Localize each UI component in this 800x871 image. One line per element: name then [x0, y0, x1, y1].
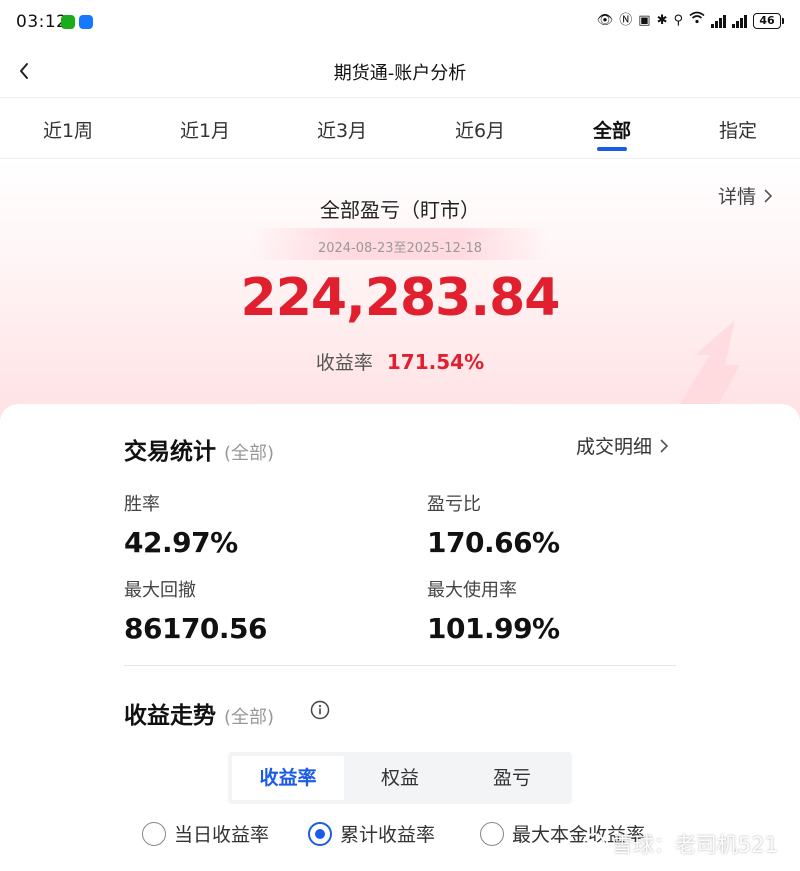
status-icons: 👁 Ⓝ ▣ ✱ ⚲ 46: [597, 11, 784, 31]
radio-label: 当日收益率: [174, 824, 270, 846]
vibrate-icon: ▣: [638, 13, 651, 28]
trend-scope: (全部): [224, 707, 275, 728]
radio-unchecked-icon: [480, 821, 504, 846]
tab-1-week[interactable]: 近1周: [43, 116, 93, 143]
tab-6-months[interactable]: 近6月: [455, 116, 505, 143]
signal-icon: [711, 14, 726, 28]
eye-icon: 👁: [596, 13, 614, 28]
stat-win-rate: 胜率 42.97%: [124, 490, 238, 559]
return-type-options: 当日收益率 累计收益率 最大本金收益率: [0, 820, 800, 860]
status-time: 03:12: [16, 12, 68, 32]
nfc-icon: Ⓝ: [619, 13, 633, 28]
chevron-right-icon: [660, 438, 669, 453]
stat-label: 盈亏比: [427, 494, 481, 515]
trade-detail-label: 成交明细: [575, 436, 652, 458]
trade-detail-link[interactable]: 成交明细: [576, 432, 670, 459]
date-range: 2024-08-23至2025-12-18: [317, 241, 483, 256]
active-tab-indicator: [596, 147, 627, 151]
tab-3-months[interactable]: 近3月: [317, 116, 367, 143]
radio-unchecked-icon: [142, 821, 166, 846]
trend-title: 收益走势: [124, 703, 216, 729]
radio-checked-icon: [308, 821, 332, 846]
stat-label: 最大回撤: [124, 580, 196, 601]
stat-max-drawdown: 最大回撤 86170.56: [124, 576, 268, 645]
return-rate-value: 171.54%: [386, 350, 485, 374]
divider: [124, 665, 676, 666]
stat-label: 最大使用率: [427, 580, 517, 601]
tab-custom[interactable]: 指定: [719, 116, 757, 143]
radio-cumulative-return[interactable]: 累计收益率: [308, 820, 435, 847]
stat-label: 胜率: [124, 494, 160, 515]
stat-max-usage-rate: 最大使用率 101.99%: [427, 576, 560, 645]
battery-icon: 46: [753, 13, 784, 29]
radio-max-capital-return[interactable]: 最大本金收益率: [480, 820, 645, 847]
title-bar: 期货通-账户分析: [0, 46, 800, 96]
period-tabs: 近1周 近1月 近3月 近6月 全部 指定: [0, 97, 800, 159]
wechat-notification-icon: [61, 15, 75, 29]
stat-value: 86170.56: [124, 612, 268, 645]
wifi-icon: [689, 11, 705, 31]
radio-label: 最大本金收益率: [512, 824, 646, 846]
tab-1-month[interactable]: 近1月: [180, 116, 230, 143]
radio-label: 累计收益率: [340, 824, 436, 846]
trade-stats-scope: (全部): [224, 443, 275, 464]
app-notification-icon: [79, 15, 93, 29]
segment-return-rate[interactable]: 收益率: [232, 756, 344, 800]
trade-stats-title: 交易统计: [124, 439, 216, 465]
tab-all-label: 全部: [592, 120, 632, 142]
pnl-summary: 详情 全部盈亏（盯市） 2024-08-23至2025-12-18 224,28…: [0, 160, 800, 420]
stat-value: 42.97%: [124, 526, 238, 559]
summary-title: 全部盈亏（盯市）: [320, 198, 480, 222]
radio-daily-return[interactable]: 当日收益率: [142, 820, 269, 847]
segment-equity[interactable]: 权益: [344, 756, 456, 800]
status-bar: 03:12 👁 Ⓝ ▣ ✱ ⚲ 46: [0, 0, 800, 46]
trend-metric-switch: 收益率 权益 盈亏: [228, 752, 572, 804]
page-title: 期货通-账户分析: [333, 63, 467, 84]
stat-profit-loss-ratio: 盈亏比 170.66%: [427, 490, 560, 559]
info-icon[interactable]: [310, 700, 330, 720]
signal-icon-2: [732, 14, 747, 28]
trend-header: 收益走势 (全部): [124, 696, 274, 730]
total-pnl-value: 224,283.84: [240, 268, 561, 328]
battery-level: 46: [753, 13, 781, 29]
trade-stats-header: 交易统计 (全部): [124, 432, 274, 466]
location-icon: ⚲: [673, 13, 683, 28]
return-rate-row: 收益率 171.54%: [0, 348, 800, 375]
bluetooth-icon: ✱: [656, 13, 668, 28]
stat-value: 101.99%: [427, 612, 560, 645]
stat-value: 170.66%: [427, 526, 560, 559]
segment-pnl[interactable]: 盈亏: [456, 756, 568, 800]
analysis-card: 交易统计 (全部) 成交明细 胜率 42.97% 盈亏比 170.66% 最大回…: [0, 404, 800, 871]
tab-all[interactable]: 全部: [592, 116, 632, 151]
return-rate-label: 收益率: [315, 352, 373, 374]
